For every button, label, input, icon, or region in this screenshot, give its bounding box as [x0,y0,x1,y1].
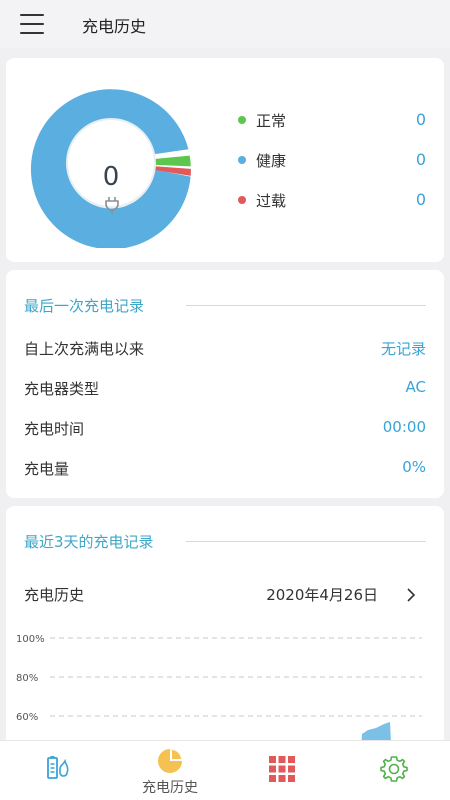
nav-item-settings[interactable] [338,741,450,800]
info-value: 00:00 [382,418,426,436]
section-header: 最近3天的充电记录 [24,531,426,553]
recent-records-card: 最近3天的充电记录 充电历史 2020年4月26日 100% 80% 60% [6,506,444,756]
history-label: 充电历史 [24,586,85,604]
nav-item-tools[interactable] [226,741,338,800]
info-row-charge-amount: 充电量 0% [24,458,426,482]
info-row-since-full: 自上次充满电以来 无记录 [24,338,426,362]
plug-icon [105,197,119,214]
chevron-right-icon[interactable] [404,586,418,604]
legend-dot-health [238,156,246,164]
y-tick-label: 60% [16,712,38,723]
bottom-nav: 充电历史 [0,740,450,800]
nav-item-battery[interactable] [2,741,114,800]
section-title: 最近3天的充电记录 [24,533,154,551]
divider [186,541,426,542]
legend-value: 0 [415,110,426,129]
nav-item-history[interactable]: 充电历史 [114,741,226,800]
history-date: 2020年4月26日 [266,586,378,604]
nav-label: 充电历史 [142,780,198,796]
y-tick-label: 80% [16,673,38,684]
legend-dot-overload [238,196,246,204]
menu-icon[interactable] [20,14,44,34]
summary-card: 0 正常 0 健康 0 过载 0 [6,58,444,262]
legend-row-overload: 过载 0 [236,188,426,228]
status-donut-chart: 0 [26,78,196,250]
gear-icon [380,756,408,782]
battery-chart-icon [47,756,69,779]
info-value: AC [405,378,426,396]
legend-row-health: 健康 0 [236,148,426,188]
top-bar: 充电历史 [0,0,450,48]
grid-icon [269,756,295,782]
legend-row-normal: 正常 0 [236,108,426,148]
info-label: 自上次充满电以来 [24,340,145,358]
info-label: 充电时间 [24,420,85,438]
history-date-row[interactable]: 充电历史 2020年4月26日 [24,584,426,608]
page-title: 充电历史 [82,17,147,36]
legend-value: 0 [415,190,426,209]
y-tick-label: 100% [16,634,45,645]
info-label: 充电器类型 [24,380,100,398]
legend-dot-normal [238,116,246,124]
legend-value: 0 [415,150,426,169]
charge-history-chart: 100% 80% 60% [16,634,422,756]
last-record-card: 最后一次充电记录 自上次充满电以来 无记录 充电器类型 AC 充电时间 00:0… [6,270,444,498]
legend-label: 过载 [256,192,287,210]
info-row-charger-type: 充电器类型 AC [24,378,426,402]
divider [186,305,426,306]
section-title: 最后一次充电记录 [24,297,145,315]
info-row-charge-time: 充电时间 00:00 [24,418,426,442]
charge-count: 0 [102,162,120,192]
info-value: 无记录 [380,340,426,358]
legend-label: 正常 [256,112,287,130]
info-label: 充电量 [24,460,70,478]
status-legend: 正常 0 健康 0 过载 0 [236,108,426,228]
legend-label: 健康 [256,152,287,170]
section-header: 最后一次充电记录 [24,295,426,317]
pie-chart-icon [158,749,182,773]
info-value: 0% [402,458,426,476]
